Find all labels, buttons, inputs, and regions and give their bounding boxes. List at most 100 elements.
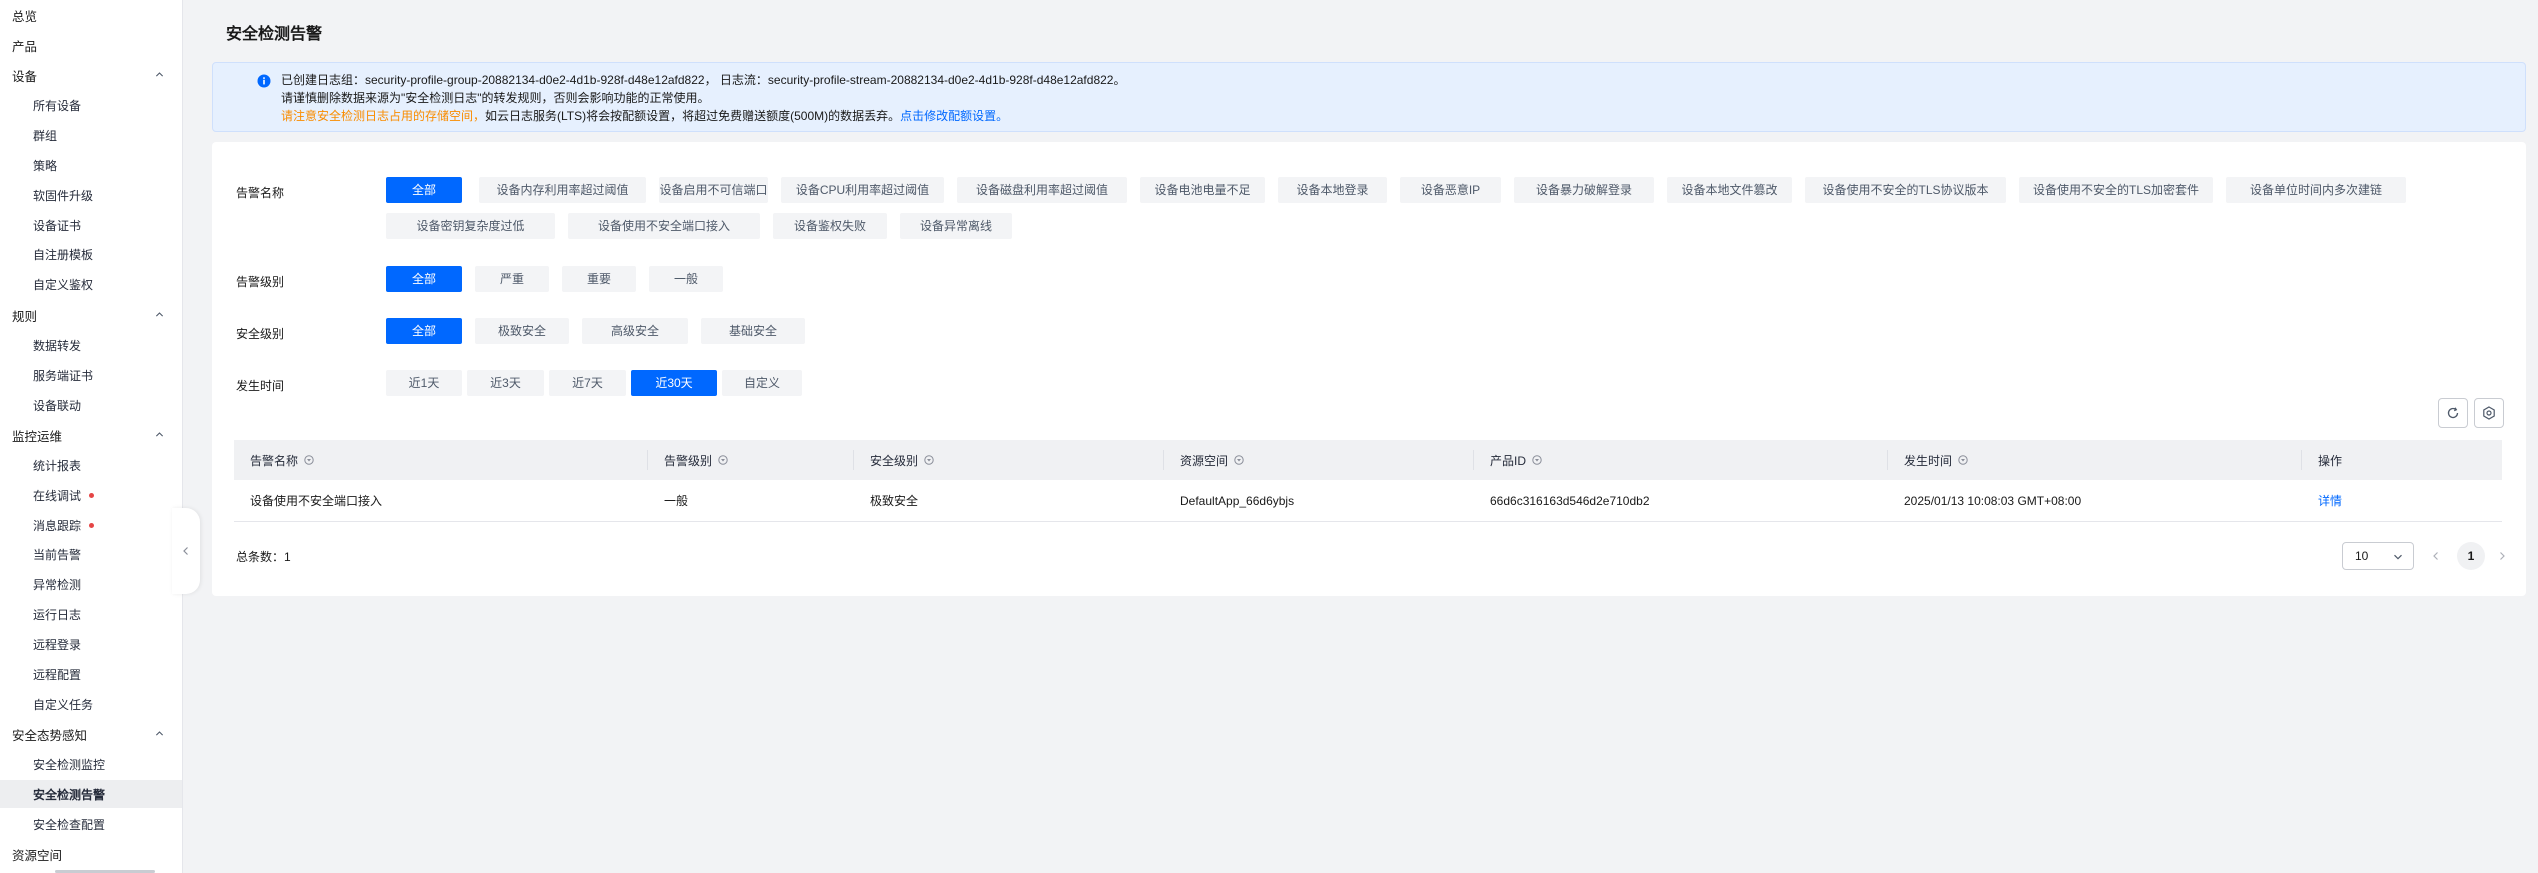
sidebar-item[interactable]: 监控运维: [0, 421, 182, 449]
column-header[interactable]: 产品ID: [1474, 440, 1542, 480]
sidebar-item-label: 总览: [12, 9, 38, 24]
filter-icon[interactable]: [1958, 455, 1968, 465]
filter-chip-alarm-name[interactable]: 设备暴力破解登录: [1514, 177, 1654, 203]
sidebar-item[interactable]: 资源空间: [0, 840, 182, 868]
filter-chip-alarm-name[interactable]: 设备CPU利用率超过阈值: [781, 177, 944, 203]
sidebar-item-label: 群组: [33, 128, 58, 143]
column-divider[interactable]: [647, 450, 648, 470]
table-cell-value: 设备使用不安全端口接入: [250, 494, 383, 508]
sidebar-item[interactable]: 自定义鉴权: [0, 270, 182, 298]
column-divider[interactable]: [1887, 450, 1888, 470]
sidebar-item[interactable]: 规则: [0, 301, 182, 329]
sidebar-item[interactable]: 安全检查配置: [0, 810, 182, 838]
filter-icon[interactable]: [1234, 455, 1244, 465]
sidebar-item-label: 自注册模板: [33, 247, 94, 262]
sidebar-item[interactable]: 设备联动: [0, 391, 182, 419]
prev-page-button[interactable]: [2426, 542, 2446, 570]
column-divider[interactable]: [853, 450, 854, 470]
sidebar-item-label: 远程登录: [33, 637, 82, 652]
sidebar-item[interactable]: 在线调试: [0, 481, 182, 509]
sidebar-item[interactable]: 消息跟踪: [0, 511, 182, 539]
settings-button[interactable]: [2474, 398, 2504, 428]
column-header[interactable]: 告警级别: [648, 440, 728, 480]
filter-chip-alarm-name[interactable]: 设备单位时间内多次建链: [2226, 177, 2406, 203]
filter-icon[interactable]: [304, 455, 314, 465]
table-cell: 详情: [2302, 480, 2342, 521]
sidebar-item[interactable]: 运行日志: [0, 600, 182, 628]
filter-icon[interactable]: [1532, 455, 1542, 465]
sidebar-item[interactable]: 统计报表: [0, 451, 182, 479]
sidebar-item[interactable]: 安全态势感知: [0, 720, 182, 748]
column-header[interactable]: 资源空间: [1164, 440, 1244, 480]
filter-chip-alarm-level[interactable]: 全部: [386, 266, 462, 292]
sidebar-item[interactable]: 远程配置: [0, 660, 182, 688]
filter-chip-alarm-name[interactable]: 设备密钥复杂度过低: [386, 213, 555, 239]
sidebar-item[interactable]: 所有设备: [0, 91, 182, 119]
filter-chip-alarm-name[interactable]: 设备异常离线: [900, 213, 1012, 239]
filter-chip-time[interactable]: 自定义: [722, 370, 802, 396]
sidebar-item[interactable]: 自定义任务: [0, 690, 182, 718]
filter-chip-alarm-name[interactable]: 设备本地文件篡改: [1667, 177, 1792, 203]
filter-chip-alarm-level[interactable]: 严重: [475, 266, 549, 292]
filter-chip-security-level[interactable]: 极致安全: [475, 318, 569, 344]
column-header-label: 发生时间: [1904, 453, 1953, 468]
filter-label-security-level: 安全级别: [236, 327, 285, 341]
sidebar-item[interactable]: 群组: [0, 121, 182, 149]
filter-chip-alarm-name[interactable]: 设备内存利用率超过阈值: [479, 177, 646, 203]
filter-chip-security-level[interactable]: 全部: [386, 318, 462, 344]
filter-icon[interactable]: [924, 455, 934, 465]
filter-chip-alarm-name[interactable]: 设备使用不安全的TLS协议版本: [1805, 177, 2006, 203]
sidebar-item[interactable]: 策略: [0, 151, 182, 179]
details-link[interactable]: 详情: [2318, 492, 2342, 509]
filter-chip-alarm-name[interactable]: 全部: [386, 177, 462, 203]
filter-chip-alarm-name[interactable]: 设备鉴权失败: [773, 213, 887, 239]
next-page-button[interactable]: [2492, 542, 2512, 570]
sidebar-item[interactable]: 当前告警: [0, 540, 182, 568]
sidebar-item[interactable]: 服务端证书: [0, 361, 182, 389]
filter-chip-alarm-name[interactable]: 设备电池电量不足: [1140, 177, 1265, 203]
filter-chip-alarm-name[interactable]: 设备使用不安全端口接入: [568, 213, 760, 239]
filter-chip-time[interactable]: 近3天: [467, 370, 544, 396]
sidebar-item[interactable]: 远程登录: [0, 630, 182, 658]
page-size-select[interactable]: 10: [2342, 542, 2414, 570]
chevron-right-icon: [2500, 552, 2505, 560]
refresh-button[interactable]: [2438, 398, 2468, 428]
filter-chip-alarm-name[interactable]: 设备恶意IP: [1400, 177, 1501, 203]
page-title: 安全检测告警: [226, 26, 323, 43]
filter-chip-alarm-level[interactable]: 重要: [562, 266, 636, 292]
sidebar-item[interactable]: 设备证书: [0, 211, 182, 239]
filter-chip-time[interactable]: 近1天: [386, 370, 462, 396]
filter-chip-time[interactable]: 近30天: [631, 370, 717, 396]
filter-chip-alarm-name[interactable]: 设备使用不安全的TLS加密套件: [2019, 177, 2213, 203]
filter-icon[interactable]: [718, 455, 728, 465]
column-divider[interactable]: [1473, 450, 1474, 470]
modify-quota-link[interactable]: 点击修改配额设置。: [900, 109, 1008, 123]
filter-chip-alarm-name[interactable]: 设备本地登录: [1278, 177, 1387, 203]
column-header[interactable]: 发生时间: [1888, 440, 1968, 480]
sidebar-item-label: 策略: [33, 158, 58, 173]
column-divider[interactable]: [2301, 450, 2302, 470]
filter-chip-alarm-name[interactable]: 设备磁盘利用率超过阈值: [957, 177, 1127, 203]
filter-chip-time[interactable]: 近7天: [549, 370, 626, 396]
sidebar-item[interactable]: 安全检测监控: [0, 750, 182, 778]
filter-chip-security-level[interactable]: 基础安全: [701, 318, 805, 344]
column-header-label: 告警名称: [250, 453, 299, 468]
sidebar-item-label: 在线调试: [33, 488, 82, 503]
sidebar-item[interactable]: 自注册模板: [0, 240, 182, 268]
column-header[interactable]: 安全级别: [854, 440, 934, 480]
sidebar-item-label: 安全态势感知: [12, 728, 88, 743]
sidebar-item[interactable]: 总览: [0, 1, 182, 29]
sidebar-item[interactable]: 设备: [0, 61, 182, 89]
filter-chip-alarm-name[interactable]: 设备启用不可信端口: [659, 177, 768, 203]
filter-chip-security-level[interactable]: 高级安全: [582, 318, 688, 344]
column-divider[interactable]: [1163, 450, 1164, 470]
table-cell-value: DefaultApp_66d6ybjs: [1180, 493, 1295, 508]
sidebar-item[interactable]: 异常检测: [0, 570, 182, 598]
filter-chip-alarm-level[interactable]: 一般: [649, 266, 723, 292]
sidebar-item[interactable]: 安全检测告警: [0, 780, 182, 808]
column-header[interactable]: 告警名称: [234, 440, 314, 480]
page-number-1[interactable]: 1: [2457, 542, 2485, 570]
sidebar-item[interactable]: 数据转发: [0, 331, 182, 359]
sidebar-item[interactable]: 产品: [0, 31, 182, 59]
sidebar-item[interactable]: 软固件升级: [0, 181, 182, 209]
